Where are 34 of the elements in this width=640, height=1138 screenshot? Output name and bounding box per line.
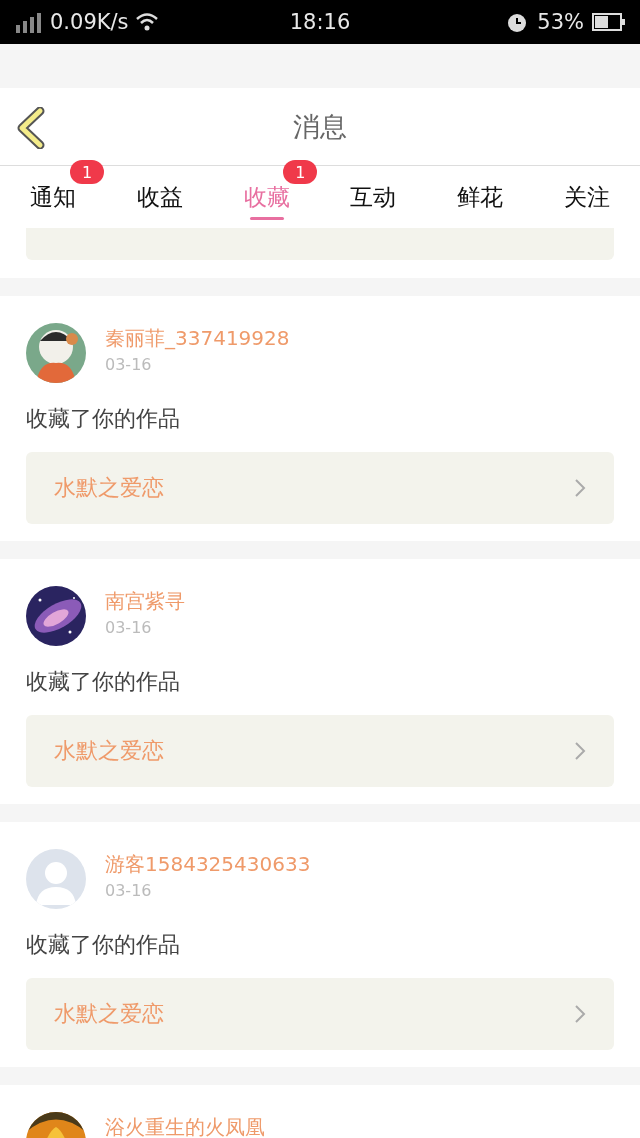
user-name[interactable]: 游客1584325430633: [105, 852, 311, 876]
chevron-right-icon: [574, 1004, 586, 1024]
clock: 18:16: [289, 10, 351, 34]
user-silhouette-icon: [26, 849, 86, 909]
message-date: 03-16: [105, 354, 153, 376]
message-text: 收藏了你的作品: [26, 668, 181, 696]
back-icon[interactable]: [16, 107, 46, 149]
tab[interactable]: 收益: [137, 181, 183, 213]
tab[interactable]: 关注: [563, 181, 610, 213]
work-link[interactable]: 水默之爱恋: [26, 715, 614, 787]
user-name[interactable]: 浴火重生的火凤凰: [105, 1115, 265, 1138]
work-link[interactable]: 水默之爱恋: [26, 978, 614, 1050]
user-name[interactable]: 秦丽菲_337419928: [105, 326, 290, 350]
message-text: 收藏了你的作品: [26, 405, 181, 433]
tab[interactable]: 互动: [350, 181, 397, 213]
page-title: 消息: [293, 109, 347, 144]
message-date: 03-16: [105, 880, 153, 902]
count-badge: 1: [70, 160, 104, 184]
battery-percent: 53%: [537, 10, 584, 34]
count-badge: 1: [283, 160, 318, 184]
tab[interactable]: 通知: [30, 181, 77, 213]
tab[interactable]: 鲜花: [457, 181, 503, 213]
message-text: 收藏了你的作品: [26, 931, 181, 959]
signal-icon: [14, 11, 44, 33]
work-link[interactable]: 水默之爱恋: [26, 452, 614, 524]
battery-icon: [592, 12, 626, 32]
chevron-right-icon: [574, 741, 586, 761]
user-name[interactable]: 南宫紫寻: [105, 589, 185, 613]
tab-underline: [249, 217, 284, 220]
network-speed: 0.09K/s: [50, 10, 129, 34]
wifi-icon: [134, 12, 159, 32]
message-date: 03-16: [105, 617, 153, 639]
chevron-right-icon: [574, 478, 586, 498]
tab[interactable]: 收藏: [243, 181, 290, 213]
